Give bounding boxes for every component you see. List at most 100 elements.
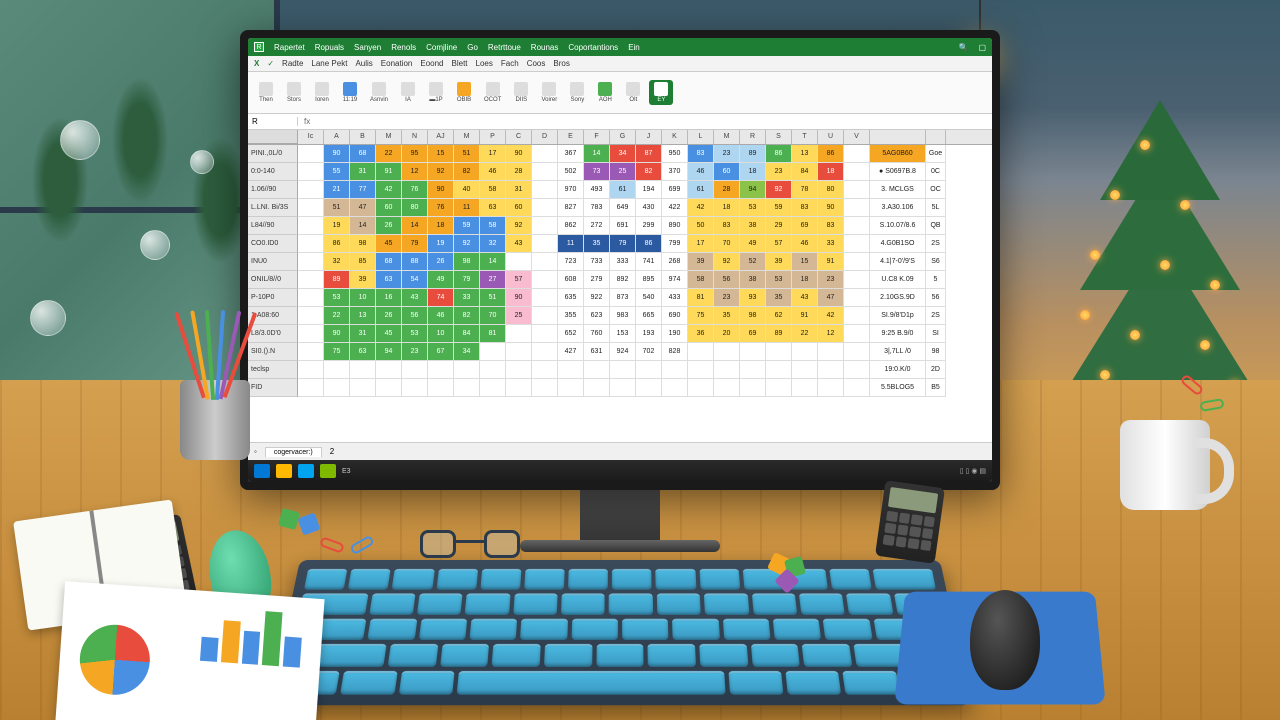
- cell[interactable]: [402, 361, 428, 379]
- start-icon[interactable]: [254, 464, 270, 478]
- cell[interactable]: [766, 343, 792, 361]
- cell[interactable]: [428, 379, 454, 397]
- cell[interactable]: 98: [454, 253, 480, 271]
- cell[interactable]: 92: [428, 163, 454, 181]
- cell[interactable]: 87: [636, 145, 662, 163]
- cell[interactable]: [844, 217, 870, 235]
- cell[interactable]: 82: [454, 307, 480, 325]
- cell[interactable]: 56: [714, 271, 740, 289]
- cell[interactable]: [662, 379, 688, 397]
- cell[interactable]: 268: [662, 253, 688, 271]
- cell-total[interactable]: SI.9/8'D1p: [870, 307, 926, 325]
- cell-total[interactable]: 3. MCLGS: [870, 181, 926, 199]
- menu-item[interactable]: Retrttoue: [488, 43, 521, 52]
- cell[interactable]: 85: [350, 253, 376, 271]
- cell[interactable]: [662, 361, 688, 379]
- cell[interactable]: [532, 289, 558, 307]
- cell[interactable]: [844, 325, 870, 343]
- cell[interactable]: 32: [324, 253, 350, 271]
- cell[interactable]: [844, 361, 870, 379]
- cell[interactable]: [844, 307, 870, 325]
- cell[interactable]: 17: [688, 235, 714, 253]
- menu-item[interactable]: Ein: [628, 43, 640, 52]
- ribbon-button[interactable]: IA: [396, 80, 420, 105]
- row-header[interactable]: 1.06//90: [248, 181, 298, 199]
- cell[interactable]: 58: [480, 181, 506, 199]
- cell[interactable]: [610, 379, 636, 397]
- cell[interactable]: [558, 361, 584, 379]
- cell[interactable]: 57: [506, 271, 532, 289]
- cell[interactable]: 922: [584, 289, 610, 307]
- cell[interactable]: 26: [376, 307, 402, 325]
- cell[interactable]: [532, 379, 558, 397]
- submenu-item[interactable]: Blett: [452, 59, 468, 68]
- cell[interactable]: 84: [454, 325, 480, 343]
- cell[interactable]: 19: [324, 217, 350, 235]
- ribbon-button[interactable]: AOH: [593, 80, 617, 105]
- row-header[interactable]: SI0.().N: [248, 343, 298, 361]
- sheet-nav-icon[interactable]: ◦: [254, 447, 257, 456]
- cell[interactable]: 15: [792, 253, 818, 271]
- cell[interactable]: [792, 361, 818, 379]
- cell[interactable]: 63: [350, 343, 376, 361]
- cell[interactable]: 91: [792, 307, 818, 325]
- window-control-icon[interactable]: ▢: [978, 43, 986, 52]
- cell[interactable]: 86: [324, 235, 350, 253]
- cell[interactable]: [740, 343, 766, 361]
- cell-total[interactable]: S.10.07/8.6: [870, 217, 926, 235]
- cell[interactable]: [480, 343, 506, 361]
- taskbar-app-icon[interactable]: [320, 464, 336, 478]
- cell[interactable]: [376, 379, 402, 397]
- ribbon-button[interactable]: Voirer: [537, 80, 561, 105]
- cell[interactable]: 5: [926, 271, 946, 289]
- cell[interactable]: 39: [766, 253, 792, 271]
- cell[interactable]: 39: [350, 271, 376, 289]
- cell[interactable]: 11: [454, 199, 480, 217]
- ribbon-button[interactable]: OCOT: [480, 80, 505, 105]
- cell[interactable]: [298, 271, 324, 289]
- cell[interactable]: [714, 379, 740, 397]
- os-taskbar[interactable]: E3 ▯ ▯ ◉ ▤: [248, 460, 992, 482]
- title-bar[interactable]: R Rapertet Ropuals Sanyen Renols Comjlin…: [248, 38, 992, 56]
- cell[interactable]: 51: [480, 289, 506, 307]
- cell[interactable]: 12: [402, 163, 428, 181]
- submenu-item[interactable]: Eonation: [381, 59, 413, 68]
- cell[interactable]: 635: [558, 289, 584, 307]
- cell[interactable]: 35: [714, 307, 740, 325]
- cell[interactable]: 62: [766, 307, 792, 325]
- ribbon-button[interactable]: Sony: [565, 80, 589, 105]
- cell[interactable]: 691: [610, 217, 636, 235]
- cell[interactable]: SI: [926, 325, 946, 343]
- cell[interactable]: 665: [636, 307, 662, 325]
- cell[interactable]: 828: [662, 343, 688, 361]
- cell[interactable]: [688, 343, 714, 361]
- cell[interactable]: 60: [714, 163, 740, 181]
- cell[interactable]: 279: [584, 271, 610, 289]
- cell[interactable]: 82: [636, 163, 662, 181]
- cell[interactable]: [454, 379, 480, 397]
- cell[interactable]: 2S: [926, 235, 946, 253]
- row-header[interactable]: teclsp: [248, 361, 298, 379]
- cell[interactable]: 45: [376, 235, 402, 253]
- cell[interactable]: Goe: [926, 145, 946, 163]
- cell[interactable]: 2D: [926, 361, 946, 379]
- cell[interactable]: 23: [818, 271, 844, 289]
- cell[interactable]: 53: [324, 289, 350, 307]
- cell[interactable]: 79: [402, 235, 428, 253]
- cell[interactable]: 827: [558, 199, 584, 217]
- cell[interactable]: 11: [558, 235, 584, 253]
- cell[interactable]: [506, 361, 532, 379]
- cell[interactable]: 60: [376, 199, 402, 217]
- cell[interactable]: 69: [740, 325, 766, 343]
- cell[interactable]: 81: [688, 289, 714, 307]
- cell[interactable]: 46: [688, 163, 714, 181]
- cell[interactable]: [428, 361, 454, 379]
- cell[interactable]: 59: [766, 199, 792, 217]
- cell[interactable]: [610, 361, 636, 379]
- cell[interactable]: 94: [376, 343, 402, 361]
- cell[interactable]: [402, 379, 428, 397]
- cell[interactable]: 79: [610, 235, 636, 253]
- cell[interactable]: [532, 235, 558, 253]
- cell[interactable]: 18: [792, 271, 818, 289]
- cell[interactable]: 33: [818, 235, 844, 253]
